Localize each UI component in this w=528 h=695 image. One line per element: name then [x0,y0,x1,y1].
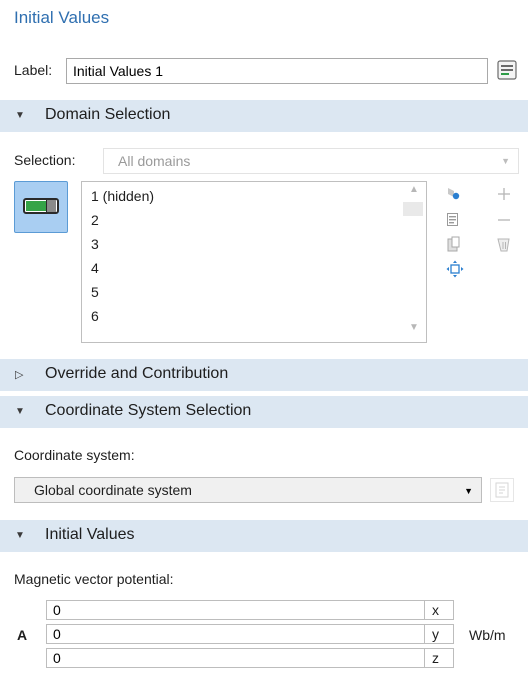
component-label: z [424,648,454,668]
section-coordinate-system[interactable]: ▼ Coordinate System Selection [0,396,528,428]
label-row: Label: [14,58,519,84]
clear-selection-icon[interactable] [446,236,462,252]
coordinate-settings-icon[interactable] [490,478,514,502]
chevron-down-icon: ▼ [464,486,473,496]
collapse-arrow-icon: ▼ [15,530,25,541]
list-item[interactable]: 1 (hidden) [91,188,154,204]
label-input[interactable] [66,58,488,84]
domain-toggle-icon[interactable] [14,181,68,233]
remove-icon[interactable] [496,212,512,228]
zoom-to-selection-icon[interactable] [446,260,464,278]
coordinate-system-dropdown[interactable]: Global coordinate system ▼ [14,477,482,503]
section-override-contribution[interactable]: ▷ Override and Contribution [0,359,528,391]
chevron-down-icon: ▼ [501,156,510,166]
scroll-up-icon[interactable]: ▲ [409,184,419,195]
list-item[interactable]: 4 [91,260,99,276]
section-initial-values[interactable]: ▼ Initial Values [0,520,528,552]
section-title: Coordinate System Selection [45,402,252,419]
domain-list[interactable]: 1 (hidden) 2 3 4 5 6 ▲ ▼ [81,181,427,343]
list-item[interactable]: 2 [91,212,99,228]
selection-caption: Selection: [14,152,76,168]
expand-arrow-icon: ▷ [15,369,24,381]
unit-label: Wb/m [469,627,506,643]
copy-selection-icon[interactable] [446,212,462,228]
list-item[interactable]: 6 [91,308,99,324]
section-title: Domain Selection [45,106,171,123]
collapse-arrow-icon: ▼ [15,406,25,417]
section-title: Override and Contribution [45,365,229,382]
panel-title: Initial Values [14,8,110,27]
vector-x-input[interactable] [46,600,425,620]
collapse-arrow-icon: ▼ [15,110,25,121]
vector-symbol: A [17,627,28,643]
selection-dropdown[interactable]: All domains ▼ [103,148,519,174]
label-settings-icon[interactable] [495,58,519,82]
component-label: y [424,624,454,644]
add-icon[interactable] [496,186,512,202]
coordinate-system-value: Global coordinate system [34,482,192,498]
selection-value: All domains [118,153,191,169]
section-domain-selection[interactable]: ▼ Domain Selection [0,100,528,132]
paste-selection-icon[interactable] [446,185,462,201]
list-scrollbar[interactable]: ▲ ▼ [400,182,426,342]
label-caption: Label: [14,62,53,78]
selection-row: Selection: All domains ▼ [14,148,519,174]
scroll-down-icon[interactable]: ▼ [409,322,419,333]
magnetic-vector-potential-caption: Magnetic vector potential: [14,571,174,587]
vector-z-input[interactable] [46,648,425,668]
scroll-thumb[interactable] [403,202,423,216]
list-item[interactable]: 3 [91,236,99,252]
coordinate-system-caption: Coordinate system: [14,447,135,463]
component-label: x [424,600,454,620]
delete-icon[interactable] [496,236,512,252]
list-item[interactable]: 5 [91,284,99,300]
section-title: Initial Values [45,526,135,543]
vector-y-input[interactable] [46,624,425,644]
